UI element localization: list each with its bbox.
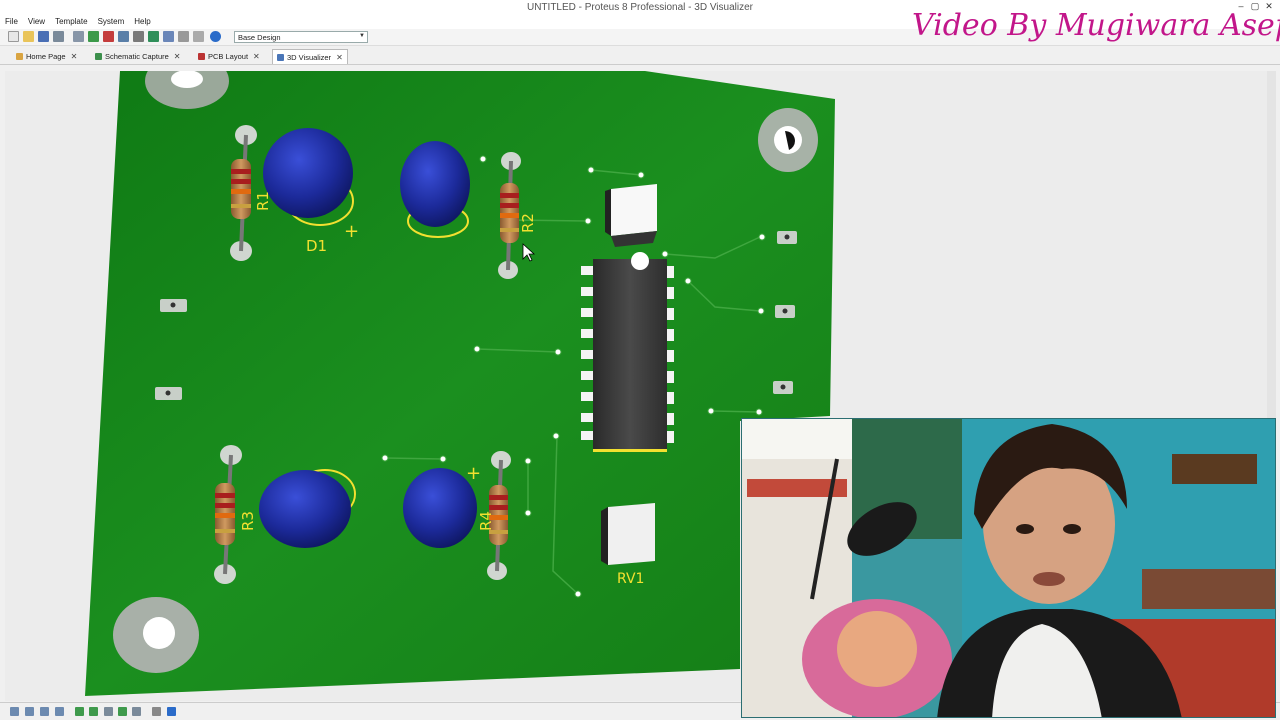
close-icon[interactable]: ✕: [71, 52, 78, 61]
3d-visualizer-icon: [277, 54, 284, 61]
view-right-icon[interactable]: [132, 707, 141, 716]
help-icon[interactable]: [210, 31, 221, 42]
silk-rv1: RV1: [617, 571, 644, 587]
mounting-hole: [758, 108, 818, 172]
close-icon[interactable]: ✕: [174, 52, 181, 61]
view-back-icon[interactable]: [104, 707, 113, 716]
tab-label: 3D Visualizer: [287, 53, 332, 62]
save-all-icon[interactable]: [53, 31, 64, 42]
board-view-icon[interactable]: [167, 707, 176, 716]
new-file-icon[interactable]: [8, 31, 19, 42]
silk-d4-plus: +: [466, 463, 481, 484]
menu-view[interactable]: View: [23, 15, 50, 29]
pcb-icon: [198, 53, 205, 60]
silk-r4: R4: [477, 511, 495, 531]
silk-r1: R1: [254, 191, 272, 211]
bom-icon[interactable]: [118, 31, 129, 42]
zoom-out-icon[interactable]: [40, 707, 49, 716]
close-icon[interactable]: ✕: [253, 52, 260, 61]
component-q1: [605, 184, 657, 247]
webcam-overlay: [741, 418, 1276, 718]
design-explorer-icon[interactable]: [163, 31, 174, 42]
silk-d1: D1: [306, 237, 327, 255]
home-tool-icon[interactable]: [73, 31, 84, 42]
layers-icon[interactable]: [152, 707, 161, 716]
video-watermark: Video By Mugiwara Asep: [912, 8, 1280, 43]
ic-u1: [581, 252, 674, 452]
pan-icon[interactable]: [10, 707, 19, 716]
silk-r3: R3: [239, 511, 257, 531]
view-front-icon[interactable]: [89, 707, 98, 716]
tab-label: Home Page: [26, 52, 66, 61]
gerber-icon[interactable]: [133, 31, 144, 42]
view-left-icon[interactable]: [118, 707, 127, 716]
record-icon[interactable]: [103, 31, 114, 42]
silk-d1-plus: +: [344, 221, 359, 242]
tab-label: PCB Layout: [208, 52, 249, 61]
potentiometer-rv1: [601, 503, 655, 565]
close-icon[interactable]: ✕: [336, 53, 343, 62]
pcb-tool-icon[interactable]: [148, 31, 159, 42]
menu-help[interactable]: Help: [129, 15, 155, 29]
menu-template[interactable]: Template: [50, 15, 92, 29]
zoom-in-icon[interactable]: [25, 707, 34, 716]
pillow: [802, 599, 952, 717]
schematic-icon: [95, 53, 102, 60]
tab-bar: Home Page ✕ Schematic Capture ✕ PCB Layout…: [0, 47, 1280, 65]
proteus-window: UNTITLED - Proteus 8 Professional - 3D V…: [0, 0, 1280, 720]
schematic-tool-icon[interactable]: [88, 31, 99, 42]
view-top-icon[interactable]: [75, 707, 84, 716]
tab-3d-visualizer[interactable]: 3D Visualizer ✕: [272, 49, 348, 64]
mounting-hole: [113, 597, 199, 673]
orbit-icon[interactable]: [55, 707, 64, 716]
menu-system[interactable]: System: [93, 15, 130, 29]
tab-pcb-layout[interactable]: PCB Layout ✕: [194, 49, 264, 64]
menu-file[interactable]: File: [0, 15, 23, 29]
notes-icon[interactable]: [178, 31, 189, 42]
save-icon[interactable]: [38, 31, 49, 42]
tab-schematic-capture[interactable]: Schematic Capture ✕: [91, 49, 184, 64]
design-variant-select[interactable]: Base Design ▼: [234, 31, 368, 43]
tab-home-page[interactable]: Home Page ✕: [12, 49, 81, 64]
chevron-down-icon: ▼: [359, 33, 365, 39]
webcam-video-frame: [742, 419, 1275, 717]
home-icon: [16, 53, 23, 60]
open-folder-icon[interactable]: [23, 31, 34, 42]
design-variant-value: Base Design: [238, 33, 281, 42]
silk-r2: R2: [519, 213, 537, 233]
tab-label: Schematic Capture: [105, 52, 169, 61]
report-icon[interactable]: [193, 31, 204, 42]
